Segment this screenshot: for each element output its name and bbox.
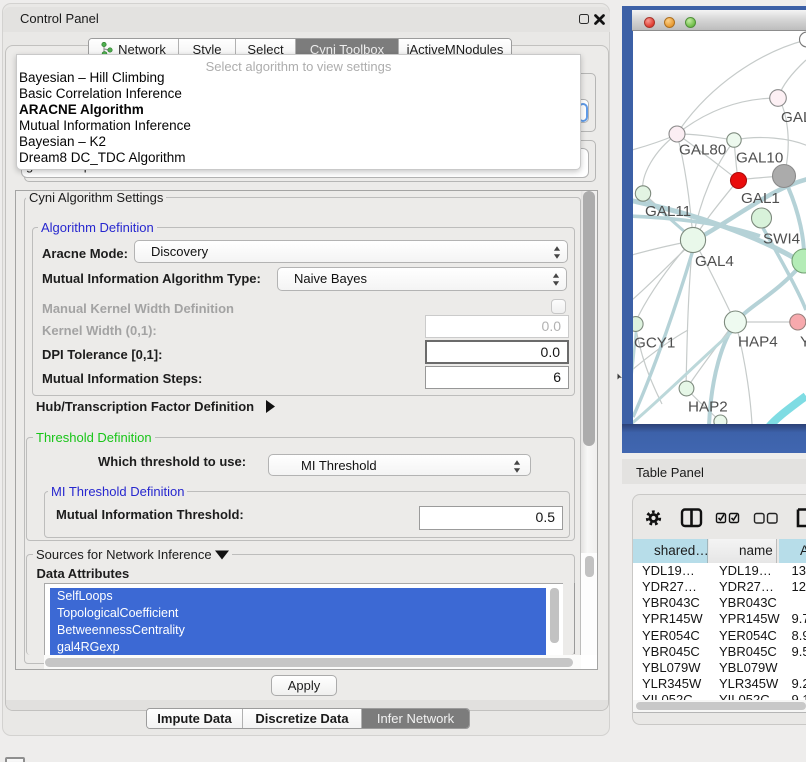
- svg-text:GCY1: GCY1: [634, 335, 675, 352]
- svg-text:HAP4: HAP4: [738, 334, 778, 351]
- svg-text:GAL11: GAL11: [645, 203, 691, 220]
- svg-text:GAL2: GAL2: [781, 109, 806, 126]
- svg-text:HAP2: HAP2: [688, 399, 728, 416]
- svg-text:GAL1: GAL1: [741, 190, 780, 207]
- svg-text:GAL4: GAL4: [695, 253, 734, 270]
- svg-text:YD: YD: [800, 334, 806, 351]
- svg-text:GAL10: GAL10: [736, 150, 783, 167]
- svg-text:SWI4: SWI4: [763, 231, 800, 248]
- svg-text:GAL80: GAL80: [679, 142, 726, 159]
